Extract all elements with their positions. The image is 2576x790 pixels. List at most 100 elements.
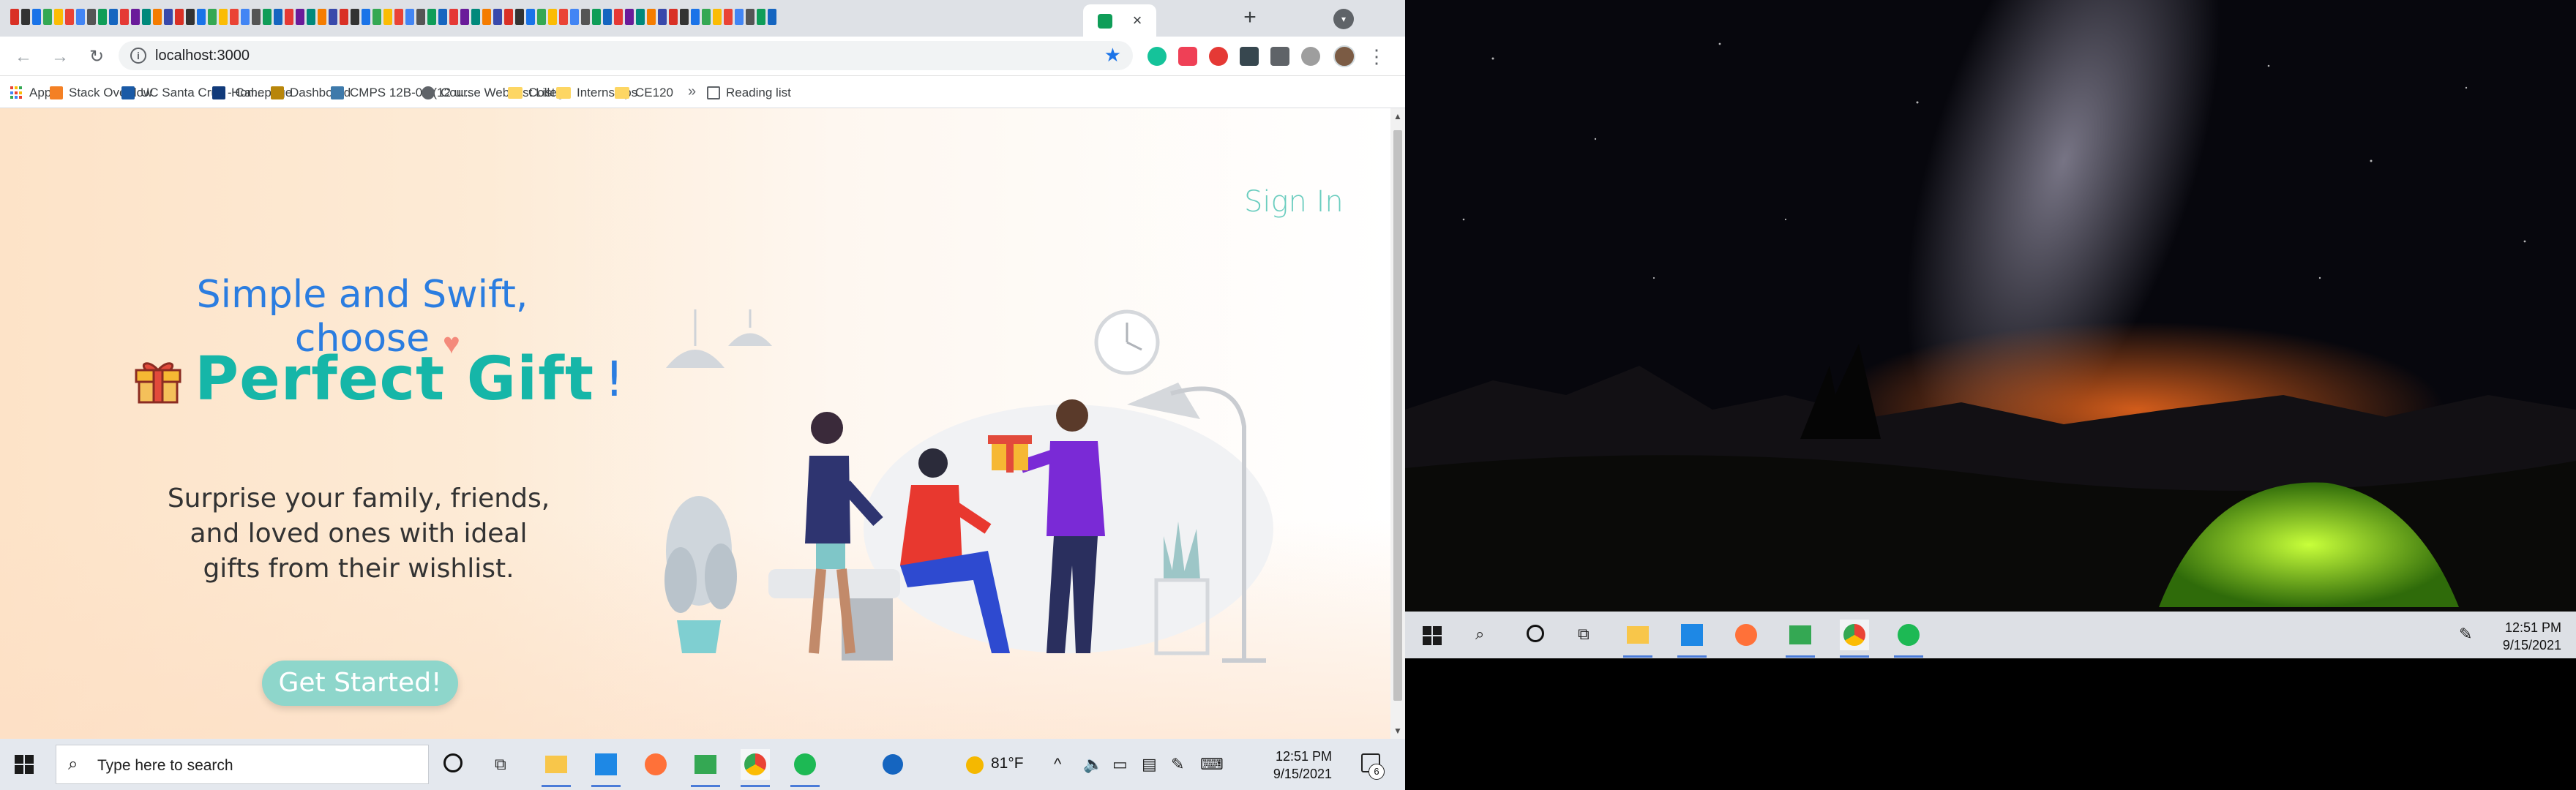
pinned-tab-favicon[interactable] (296, 9, 304, 25)
pinned-tab-favicon[interactable] (504, 9, 513, 25)
get-started-button[interactable]: Get Started! (262, 661, 458, 706)
file-explorer-icon[interactable] (542, 749, 571, 787)
pinned-tab-favicon[interactable] (340, 9, 348, 25)
close-tab-icon[interactable]: × (1127, 10, 1147, 31)
pinned-tab-favicon[interactable] (394, 9, 403, 25)
volume-icon[interactable]: 🔈 (1083, 755, 1103, 774)
secondary-taskbar-clock[interactable]: 12:51 PM 9/15/2021 (2488, 619, 2561, 654)
vscode-icon[interactable] (591, 749, 621, 787)
pinned-tab-favicon[interactable] (427, 9, 436, 25)
tab-search-icon[interactable]: ▾ (1333, 9, 1354, 29)
pinned-tab-favicon[interactable] (559, 9, 568, 25)
chrome-icon[interactable] (741, 749, 770, 787)
site-info-icon[interactable]: i (130, 48, 146, 64)
pinned-tab-favicon[interactable] (32, 9, 41, 25)
kebab-menu-icon[interactable]: ⋮ (1367, 44, 1386, 69)
pinned-tab-favicon[interactable] (76, 9, 85, 25)
windows-start-icon[interactable] (15, 755, 34, 774)
pinned-tab-favicon[interactable] (362, 9, 370, 25)
pinned-tab-favicon[interactable] (10, 9, 19, 25)
scroll-up-icon[interactable]: ▲ (1393, 111, 1402, 121)
show-hidden-icons-chevron-icon[interactable]: ^ (1054, 755, 1061, 774)
pinned-tab-favicon[interactable] (175, 9, 184, 25)
pinned-tab-favicon[interactable] (647, 9, 656, 25)
weather-sun-icon[interactable] (966, 756, 984, 774)
pinned-tab-favicon[interactable] (438, 9, 447, 25)
keyboard-icon[interactable]: ⌨ (1200, 755, 1224, 774)
pinned-tab-favicon[interactable] (735, 9, 744, 25)
scroll-thumb[interactable] (1393, 130, 1402, 701)
pinned-tab-favicon[interactable] (131, 9, 140, 25)
pinned-tab-favicon[interactable] (526, 9, 535, 25)
pinned-tab-favicon[interactable] (603, 9, 612, 25)
pinned-tab-favicon[interactable] (186, 9, 195, 25)
display-icon[interactable]: ▭ (1112, 755, 1128, 774)
active-tab[interactable]: × (1083, 4, 1156, 37)
bookmarks-overflow-icon[interactable]: » (688, 83, 696, 100)
pinned-tab-favicon[interactable] (21, 9, 30, 25)
address-bar[interactable]: i localhost:3000 ★ (119, 41, 1133, 70)
sign-in-link[interactable]: Sign In (1244, 185, 1344, 219)
firefox-icon[interactable] (1731, 620, 1761, 650)
pinned-tab-favicon[interactable] (669, 9, 678, 25)
pinned-tab-favicon[interactable] (54, 9, 63, 25)
taskbar-search-box[interactable]: ⌕ Type here to search (56, 745, 429, 784)
pinned-tab-favicon[interactable] (691, 9, 700, 25)
pinned-tab-favicon[interactable] (405, 9, 414, 25)
pinned-tab-favicon[interactable] (263, 9, 272, 25)
pinned-tab-favicon[interactable] (230, 9, 239, 25)
forward-button[interactable]: → (47, 44, 73, 70)
pinned-tab-favicon[interactable] (252, 9, 261, 25)
chrome-icon[interactable] (1840, 620, 1869, 658)
reading-list-button[interactable]: Reading list (707, 85, 791, 101)
profile-switch-icon[interactable] (1301, 47, 1320, 66)
pinned-tab-favicon[interactable] (219, 9, 228, 25)
pinned-tab-favicon[interactable] (142, 9, 151, 25)
pinned-tab-favicon[interactable] (493, 9, 502, 25)
google-drive-icon[interactable] (691, 749, 720, 787)
extension-red-icon[interactable] (1209, 47, 1228, 66)
pinned-tab-favicon[interactable] (153, 9, 162, 25)
bookmark-star-icon[interactable]: ★ (1104, 44, 1121, 67)
cortana-icon[interactable] (1527, 625, 1544, 642)
pinned-tab-favicon[interactable] (318, 9, 326, 25)
help-icon[interactable] (878, 749, 907, 780)
pinned-tab-favicon[interactable] (208, 9, 217, 25)
taskbar-clock[interactable]: 12:51 PM 9/15/2021 (1251, 748, 1332, 783)
firefox-icon[interactable] (641, 749, 670, 780)
extensions-puzzle-icon[interactable] (1270, 47, 1289, 66)
pinned-tab-favicon[interactable] (372, 9, 381, 25)
pinned-tab-favicon[interactable] (614, 9, 623, 25)
pinned-tab-favicon[interactable] (197, 9, 206, 25)
spotify-icon[interactable] (790, 749, 820, 787)
scroll-down-icon[interactable]: ▼ (1393, 726, 1402, 736)
pinned-tab-favicon[interactable] (241, 9, 250, 25)
pinned-tab-favicon[interactable] (449, 9, 458, 25)
pinned-tab-favicon[interactable] (746, 9, 755, 25)
pinned-tab-favicon[interactable] (109, 9, 118, 25)
pinned-tab-favicon[interactable] (482, 9, 491, 25)
pinned-tab-favicon[interactable] (757, 9, 765, 25)
pinned-tab-favicon[interactable] (636, 9, 645, 25)
bookmark-ce120[interactable]: CE120 (615, 85, 673, 101)
pinned-tab-favicon[interactable] (471, 9, 480, 25)
pinned-tab-favicon[interactable] (164, 9, 173, 25)
pinned-tab-favicon[interactable] (537, 9, 546, 25)
avatar[interactable] (1333, 45, 1355, 67)
pen-icon[interactable]: ✎ (2459, 625, 2472, 644)
pinned-tab-favicon[interactable] (120, 9, 129, 25)
pinned-tab-favicon[interactable] (351, 9, 359, 25)
pen-icon[interactable]: ✎ (1171, 755, 1184, 774)
back-button[interactable]: ← (10, 44, 37, 70)
grammarly-icon[interactable] (1147, 47, 1167, 66)
pinned-tab-favicon[interactable] (65, 9, 74, 25)
pinned-tab-favicon[interactable] (713, 9, 722, 25)
pinned-tab-favicon[interactable] (274, 9, 282, 25)
pinned-tab-favicon[interactable] (680, 9, 689, 25)
weather-temperature[interactable]: 81°F (991, 755, 1024, 772)
pinned-tab-favicon[interactable] (570, 9, 579, 25)
pinned-tab-favicon[interactable] (383, 9, 392, 25)
pinned-tab-favicon[interactable] (625, 9, 634, 25)
pinned-tab-favicon[interactable] (43, 9, 52, 25)
pinned-tab-favicon[interactable] (592, 9, 601, 25)
